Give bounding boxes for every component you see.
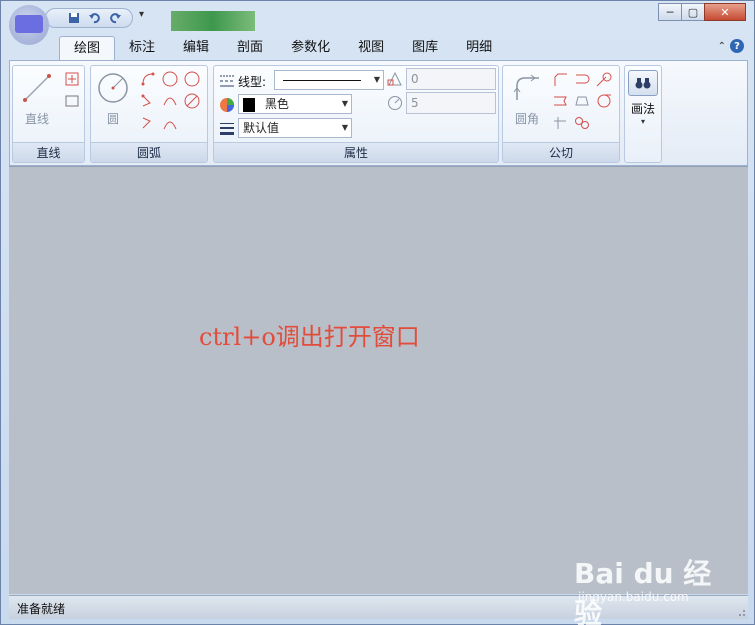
arc-tangent-icon[interactable]	[161, 114, 179, 132]
circle-icon	[98, 73, 128, 103]
method-button-label: 画法	[630, 102, 655, 116]
quick-access-toolbar	[45, 8, 133, 28]
two-circles-icon[interactable]	[573, 114, 591, 132]
redo-icon[interactable]	[108, 11, 124, 25]
window-title-redacted	[171, 11, 255, 31]
binoculars-icon	[628, 70, 658, 96]
save-icon[interactable]	[66, 11, 82, 25]
chevron-down-icon: ▼	[341, 99, 348, 108]
group-arc: 圆 圆弧	[90, 65, 208, 163]
trapezoid-icon[interactable]	[573, 92, 591, 110]
ribbon-tabs: 绘图 标注 编辑 剖面 参数化 视图 图库 明细	[59, 36, 506, 60]
linetype-icon	[218, 72, 236, 90]
tangent-circle-icon[interactable]	[595, 92, 613, 110]
tab-edit[interactable]: 编辑	[169, 36, 223, 60]
tab-draw[interactable]: 绘图	[59, 36, 116, 60]
color-select-value: 黑色	[264, 97, 289, 111]
linetype-select[interactable]: ▼	[274, 70, 384, 90]
application-menu-button[interactable]	[9, 5, 49, 45]
line-button-label: 直线	[24, 112, 49, 126]
drawing-canvas[interactable]: ctrl+o调出打开窗口	[9, 166, 748, 594]
fillet-button[interactable]: 圆角	[511, 72, 543, 127]
group-arc-label: 圆弧	[91, 142, 207, 162]
chevron-down-icon: ▾	[640, 117, 645, 126]
watermark-logo: Bai du 经验	[574, 557, 712, 625]
chevron-down-icon: ▼	[373, 75, 380, 84]
app-logo-icon	[15, 15, 43, 33]
fillet-button-label: 圆角	[514, 112, 539, 126]
arc-icon[interactable]	[161, 92, 179, 110]
rect-center-icon[interactable]	[63, 70, 81, 88]
group-properties-label: 属性	[214, 142, 498, 162]
title-bar: ▾ ─ ▢ ✕	[1, 1, 754, 45]
watermark-url: jingyan.baidu.com	[578, 590, 689, 604]
chevron-down-icon: ▼	[341, 123, 348, 132]
dbl-line-icon[interactable]	[551, 92, 569, 110]
arc-center-icon[interactable]	[139, 92, 157, 110]
circle-2pt-icon[interactable]	[161, 70, 179, 88]
angle-input[interactable]: 0	[406, 68, 496, 90]
color-select[interactable]: 黑色 ▼	[238, 94, 352, 114]
tangent-circle-line-icon[interactable]	[595, 70, 613, 88]
qat-customize-dropdown[interactable]: ▾	[139, 9, 144, 20]
radius-icon	[386, 94, 404, 112]
baidu-watermark: Bai du 经验 jingyan.baidu.com	[570, 546, 730, 625]
linetype-label: 线型:	[238, 75, 267, 89]
lineweight-select[interactable]: 默认值 ▼	[238, 118, 352, 138]
resize-grip-icon[interactable]	[734, 605, 746, 617]
tab-annotate[interactable]: 标注	[115, 36, 169, 60]
group-line-label: 直线	[13, 142, 84, 162]
tab-library[interactable]: 图库	[398, 36, 452, 60]
method-button[interactable]: 画法 ▾	[627, 70, 659, 126]
lineweight-icon	[218, 120, 236, 138]
app-window: ▾ ─ ▢ ✕ 绘图 标注 编辑 剖面 参数化 视图 图库 明细 ⌃ ? 直线 …	[0, 0, 755, 625]
line-button[interactable]: 直线	[21, 72, 53, 127]
status-text: 准备就绪	[17, 602, 66, 616]
tab-view[interactable]: 视图	[344, 36, 398, 60]
rectangle-icon[interactable]	[63, 92, 81, 110]
slot-icon[interactable]	[573, 70, 591, 88]
ribbon-panel: 直线 直线 圆 圆弧 线型: ▼ 黑色 ▼ 默认值 ▼ 0 5 属性 圆角 公切…	[9, 60, 748, 166]
radius-input[interactable]: 5	[406, 92, 496, 114]
tab-section[interactable]: 剖面	[223, 36, 277, 60]
color-swatch	[243, 97, 255, 112]
group-properties: 线型: ▼ 黑色 ▼ 默认值 ▼ 0 5 属性	[213, 65, 499, 163]
chamfer-icon[interactable]	[551, 70, 569, 88]
help-icon[interactable]: ?	[730, 39, 744, 53]
circle-button[interactable]: 圆	[97, 72, 129, 127]
lineweight-select-value: 默认值	[243, 121, 280, 135]
circle-button-label: 圆	[106, 112, 119, 126]
canvas-annotation: ctrl+o调出打开窗口	[199, 323, 420, 351]
circle-3pt-icon[interactable]	[183, 70, 201, 88]
fillet-icon	[513, 74, 539, 100]
help-area: ⌃ ?	[718, 39, 744, 53]
window-controls: ─ ▢ ✕	[658, 3, 746, 21]
tab-parametric[interactable]: 参数化	[277, 36, 344, 60]
line-icon	[23, 74, 51, 102]
arc-start-end-icon[interactable]	[139, 114, 157, 132]
ribbon-minimize-icon[interactable]: ⌃	[718, 41, 726, 52]
undo-icon[interactable]	[86, 11, 102, 25]
arc-3pt-icon[interactable]	[139, 70, 157, 88]
group-line: 直线 直线	[12, 65, 85, 163]
group-tangent-label: 公切	[503, 142, 619, 162]
circle-tangent-icon[interactable]	[183, 92, 201, 110]
close-button[interactable]: ✕	[704, 3, 746, 21]
group-tangent: 圆角 公切	[502, 65, 620, 163]
perpendicular-icon[interactable]	[551, 114, 569, 132]
linetype-preview	[283, 80, 361, 81]
color-wheel-icon	[218, 96, 236, 114]
maximize-button[interactable]: ▢	[681, 3, 705, 21]
angle-icon	[386, 70, 404, 88]
group-method: 画法 ▾	[624, 65, 662, 163]
minimize-button[interactable]: ─	[658, 3, 682, 21]
tab-detail[interactable]: 明细	[452, 36, 506, 60]
